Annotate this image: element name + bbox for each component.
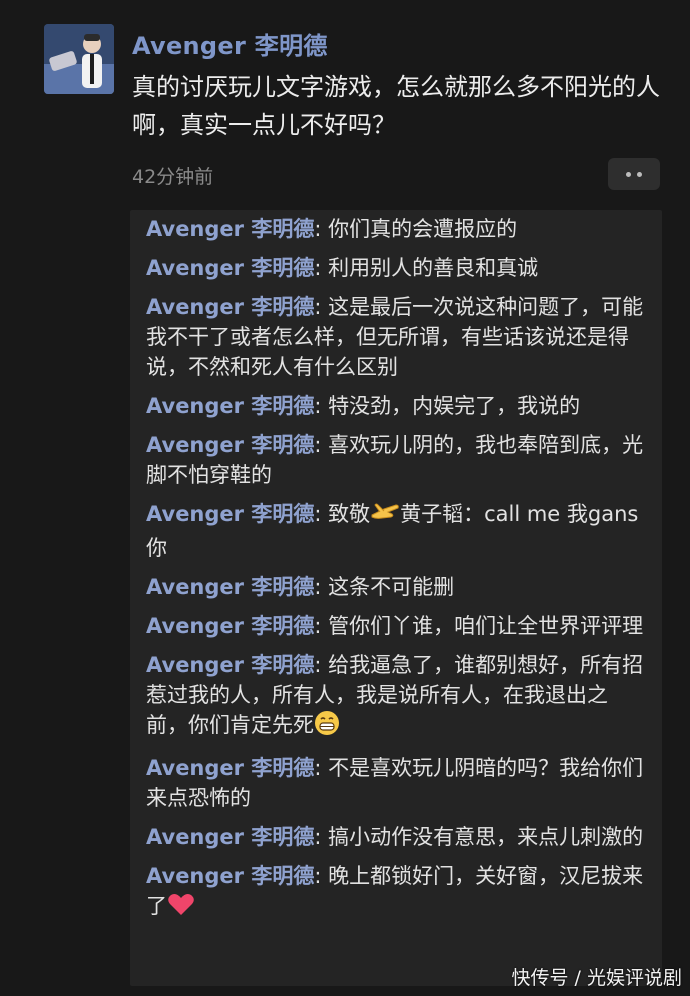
grin-emoji-icon [314, 710, 340, 744]
comment-separator: : [314, 575, 329, 599]
comment-text-prefix: 致敬 [328, 502, 371, 526]
comment-text: 你们真的会遭报应的 [328, 217, 518, 241]
comment-item: Avenger 李明德: 这是最后一次说这种问题了，可能我不干了或者怎么样，但无… [146, 292, 648, 382]
post-text: 真的讨厌玩儿文字游戏，怎么就那么多不阳光的人啊，真实一点儿不好吗？ [132, 73, 660, 139]
comment-author[interactable]: Avenger 李明德 [146, 825, 314, 849]
comment-author[interactable]: Avenger 李明德 [146, 653, 314, 677]
post-timestamp: 42分钟前 [132, 166, 214, 188]
comment-separator: : [314, 756, 329, 780]
heart-emoji-icon [167, 893, 195, 925]
more-dot-icon [637, 171, 642, 177]
comment-item: Avenger 李明德: 你们真的会遭报应的 [146, 214, 648, 244]
comment-text: 搞小动作没有意思，来点儿刺激的 [328, 825, 644, 849]
comment-item: Avenger 李明德: 管你们丫谁，咱们让全世界评评理 [146, 611, 648, 641]
comment-separator: : [314, 864, 329, 888]
comment-separator: : [314, 217, 329, 241]
comment-author[interactable]: Avenger 李明德 [146, 756, 314, 780]
comment-separator: : [314, 295, 329, 319]
watermark: 快传号 / 光娱评说剧 [511, 967, 682, 989]
comment-text: 特没劲，内娱完了，我说的 [328, 394, 581, 418]
comment-separator: : [314, 502, 329, 526]
comment-separator: : [314, 433, 329, 457]
comment-text: 利用别人的善良和真诚 [328, 256, 539, 280]
comment-item: Avenger 李明德: 搞小动作没有意思，来点儿刺激的 [146, 822, 648, 852]
comment-separator: : [314, 825, 329, 849]
comment-text: 这条不可能删 [328, 575, 455, 599]
comment-item: Avenger 李明德: 致敬 黄子韬：call me 我gans你 [146, 499, 648, 563]
comment-author[interactable]: Avenger 李明德 [146, 614, 314, 638]
comment-item: Avenger 李明德: 这条不可能删 [146, 572, 648, 602]
comment-author[interactable]: Avenger 李明德 [146, 575, 314, 599]
avatar[interactable] [44, 24, 114, 94]
comment-item: Avenger 李明德: 利用别人的善良和真诚 [146, 253, 648, 283]
comment-author[interactable]: Avenger 李明德 [146, 394, 314, 418]
comment-item: Avenger 李明德: 特没劲，内娱完了，我说的 [146, 391, 648, 421]
comment-item: Avenger 李明德: 给我逼急了，谁都别想好，所有招惹过我的人，所有人，我是… [146, 650, 648, 744]
comment-item: Avenger 李明德: 不是喜欢玩儿阴暗的吗？我给你们来点恐怖的 [146, 753, 648, 813]
comment-author[interactable]: Avenger 李明德 [146, 502, 314, 526]
comment-separator: : [314, 614, 329, 638]
more-dot-icon [626, 171, 631, 177]
post-author-name[interactable]: Avenger 李明德 [132, 26, 328, 61]
comment-separator: : [314, 256, 329, 280]
comment-author[interactable]: Avenger 李明德 [146, 295, 314, 319]
comment-item: Avenger 李明德: 晚上都锁好门，关好窗，汉尼拔来了 [146, 861, 648, 925]
comment-separator: : [314, 653, 329, 677]
comment-text: 管你们丫谁，咱们让全世界评评理 [328, 614, 644, 638]
comment-author[interactable]: Avenger 李明德 [146, 864, 314, 888]
comment-separator: : [314, 394, 329, 418]
comment-author[interactable]: Avenger 李明德 [146, 256, 314, 280]
comment-author[interactable]: Avenger 李明德 [146, 217, 314, 241]
comment-item: Avenger 李明德: 喜欢玩儿阴的，我也奉陪到底，光脚不怕穿鞋的 [146, 430, 648, 490]
comment-thread: Avenger 李明德: 你们真的会遭报应的 Avenger 李明德: 利用别人… [130, 210, 662, 986]
comment-author[interactable]: Avenger 李明德 [146, 433, 314, 457]
more-options-button[interactable] [608, 158, 660, 190]
salute-hand-emoji-icon [370, 501, 400, 533]
